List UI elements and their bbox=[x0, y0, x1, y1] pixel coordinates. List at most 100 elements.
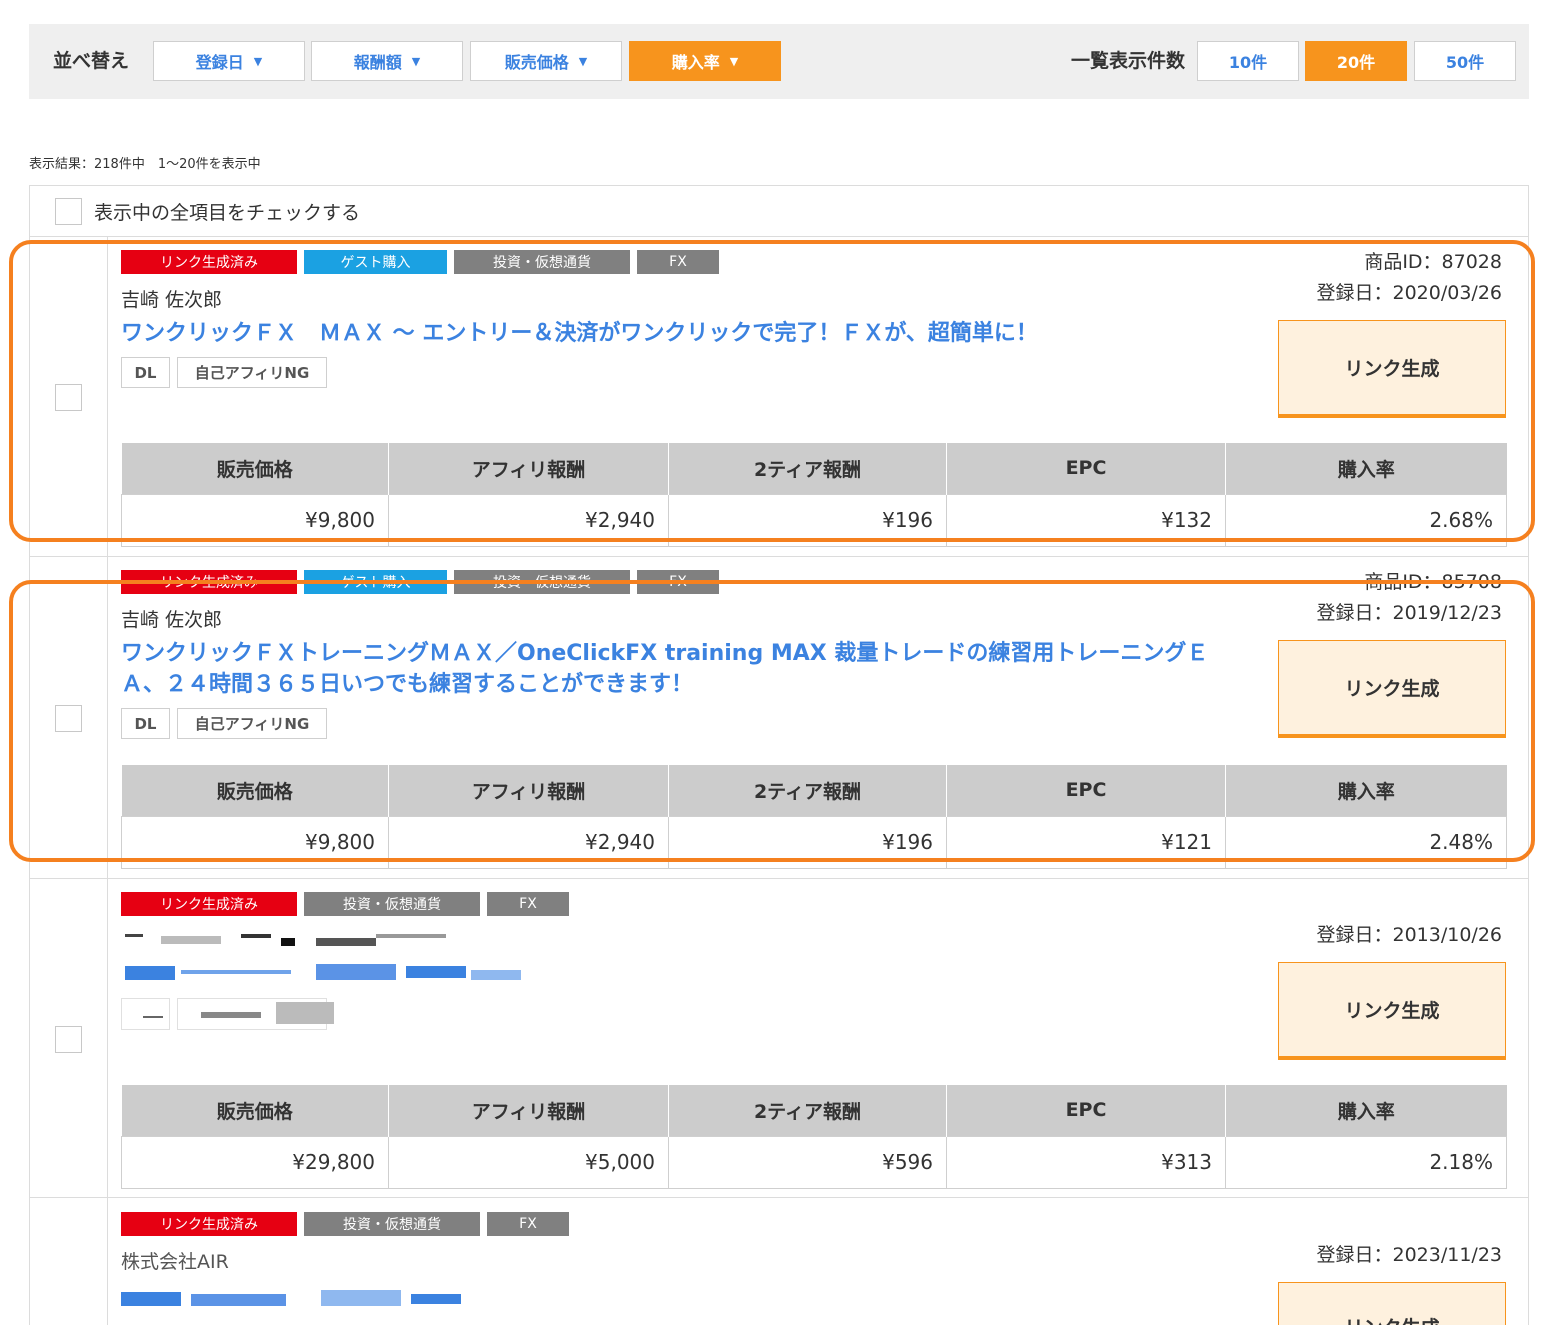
tag-category: 投資・仮想通貨 bbox=[454, 250, 630, 274]
stat-header-price: 販売価格 bbox=[121, 443, 389, 494]
tag-list: リンク生成済み ゲスト購入 投資・仮想通貨 FX bbox=[121, 570, 726, 594]
seller-name: 吉崎 佐次郎 bbox=[121, 609, 223, 631]
redacted-title bbox=[121, 1290, 491, 1310]
chevron-down-icon: ▼ bbox=[253, 54, 263, 68]
stat-epc: ¥313 bbox=[946, 1135, 1226, 1189]
stat-affiliate-reward: ¥2,940 bbox=[388, 815, 669, 869]
stats-table: 販売価格 アフィリ報酬 2ティア報酬 EPC 購入率 ¥9,800 ¥2,940… bbox=[121, 765, 1507, 869]
stat-price: ¥9,800 bbox=[121, 815, 389, 869]
sort-by-date-button[interactable]: 登録日 ▼ bbox=[153, 41, 305, 81]
tag-link-generated: リンク生成済み bbox=[121, 1212, 297, 1236]
tag-guest-purchase: ゲスト購入 bbox=[304, 570, 447, 594]
generate-link-button[interactable]: リンク生成 bbox=[1278, 640, 1506, 738]
generate-link-button[interactable]: リンク生成 bbox=[1278, 1282, 1506, 1325]
stat-header-2tier-reward: 2ティア報酬 bbox=[668, 1085, 947, 1136]
stat-header-affiliate-reward: アフィリ報酬 bbox=[388, 765, 669, 816]
per-page-10-button[interactable]: 10件 bbox=[1197, 41, 1299, 81]
stat-affiliate-reward: ¥5,000 bbox=[388, 1135, 669, 1189]
product-title-link[interactable]: ワンクリックＦＸトレーニングＭＡＸ／OneClickFX training MA… bbox=[121, 638, 1221, 700]
check-all-label: 表示中の全項目をチェックする bbox=[94, 202, 361, 224]
seller-name: 株式会社AIR bbox=[121, 1251, 229, 1273]
product-title-link[interactable]: ワンクリックＦＸ ＭＡＸ ～ エントリー＆決済がワンクリックで完了！ＦＸが、超簡… bbox=[121, 318, 1221, 349]
chevron-down-icon: ▼ bbox=[578, 54, 588, 68]
stat-header-purchase-rate: 購入率 bbox=[1225, 1085, 1507, 1136]
stat-header-epc: EPC bbox=[946, 1085, 1226, 1136]
redacted-badges bbox=[121, 998, 336, 1030]
stat-price: ¥9,800 bbox=[121, 493, 389, 547]
check-all-checkbox[interactable] bbox=[55, 198, 82, 225]
stat-2tier-reward: ¥596 bbox=[668, 1135, 947, 1189]
stat-header-affiliate-reward: アフィリ報酬 bbox=[388, 443, 669, 494]
sort-by-purchase-rate-button[interactable]: 購入率 ▼ bbox=[629, 41, 781, 81]
per-page-20-button[interactable]: 20件 bbox=[1305, 41, 1407, 81]
tag-link-generated: リンク生成済み bbox=[121, 250, 297, 274]
generate-link-button[interactable]: リンク生成 bbox=[1278, 320, 1506, 418]
row-checkbox[interactable] bbox=[55, 705, 82, 732]
checkbox-column-divider bbox=[107, 237, 108, 1325]
sort-by-reward-button[interactable]: 報酬額 ▼ bbox=[311, 41, 463, 81]
stat-header-purchase-rate: 購入率 bbox=[1225, 443, 1507, 494]
stat-header-epc: EPC bbox=[946, 765, 1226, 816]
tag-category: 投資・仮想通貨 bbox=[304, 1212, 480, 1236]
result-count-text: 表示結果：218件中 1～20件を表示中 bbox=[29, 157, 261, 172]
stat-epc: ¥121 bbox=[946, 815, 1226, 869]
stats-table: 販売価格 アフィリ報酬 2ティア報酬 EPC 購入率 ¥29,800 ¥5,00… bbox=[121, 1085, 1507, 1189]
stat-header-price: 販売価格 bbox=[121, 1085, 389, 1136]
stat-epc: ¥132 bbox=[946, 493, 1226, 547]
generate-link-button[interactable]: リンク生成 bbox=[1278, 962, 1506, 1060]
stat-header-purchase-rate: 購入率 bbox=[1225, 765, 1507, 816]
product-item: リンク生成済み 投資・仮想通貨 FX 登録日：2023/11/23 株式会社AI… bbox=[121, 1212, 1506, 1325]
redacted-title bbox=[121, 964, 526, 986]
stats-table: 販売価格 アフィリ報酬 2ティア報酬 EPC 購入率 ¥9,800 ¥2,940… bbox=[121, 443, 1507, 547]
stat-price: ¥29,800 bbox=[121, 1135, 389, 1189]
tag-guest-purchase: ゲスト購入 bbox=[304, 250, 447, 274]
tag-subcategory: FX bbox=[637, 570, 719, 594]
product-id: 商品ID：87028 bbox=[1364, 251, 1502, 273]
row-divider bbox=[29, 878, 1529, 879]
badge-self-affiliate-ng: 自己アフィリNG bbox=[177, 357, 327, 388]
per-page-50-button[interactable]: 50件 bbox=[1414, 41, 1516, 81]
stat-purchase-rate: 2.48% bbox=[1225, 815, 1507, 869]
sort-toolbar: 並べ替え 登録日 ▼ 報酬額 ▼ 販売価格 ▼ 購入率 ▼ 一覧表示件数 10件 20件… bbox=[29, 24, 1529, 99]
per-page-label: 一覧表示件数 bbox=[1071, 50, 1186, 72]
registered-date: 登録日：2013/10/26 bbox=[1316, 924, 1502, 946]
sort-by-price-button[interactable]: 販売価格 ▼ bbox=[470, 41, 622, 81]
registered-date: 登録日：2023/11/23 bbox=[1316, 1244, 1502, 1266]
row-divider bbox=[29, 1197, 1529, 1198]
product-id: 商品ID：85708 bbox=[1364, 571, 1502, 593]
stat-affiliate-reward: ¥2,940 bbox=[388, 493, 669, 547]
badge-list: DL 自己アフィリNG bbox=[121, 357, 334, 388]
stat-header-price: 販売価格 bbox=[121, 765, 389, 816]
row-checkbox[interactable] bbox=[55, 384, 82, 411]
chevron-down-icon: ▼ bbox=[411, 54, 421, 68]
stat-2tier-reward: ¥196 bbox=[668, 493, 947, 547]
registered-date: 登録日：2019/12/23 bbox=[1316, 602, 1502, 624]
stat-2tier-reward: ¥196 bbox=[668, 815, 947, 869]
product-item: リンク生成済み ゲスト購入 投資・仮想通貨 FX 商品ID：85708 登録日：… bbox=[121, 570, 1507, 870]
redacted-seller bbox=[121, 932, 451, 946]
tag-subcategory: FX bbox=[487, 892, 569, 916]
tag-link-generated: リンク生成済み bbox=[121, 892, 297, 916]
stat-purchase-rate: 2.18% bbox=[1225, 1135, 1507, 1189]
tag-list: リンク生成済み 投資・仮想通貨 FX bbox=[121, 1212, 576, 1236]
badge-self-affiliate-ng: 自己アフィリNG bbox=[177, 708, 327, 739]
stat-header-epc: EPC bbox=[946, 443, 1226, 494]
product-item: リンク生成済み ゲスト購入 投資・仮想通貨 FX 商品ID：87028 登録日：… bbox=[121, 250, 1507, 547]
sort-label: 並べ替え bbox=[53, 50, 130, 72]
stat-header-2tier-reward: 2ティア報酬 bbox=[668, 443, 947, 494]
product-item: リンク生成済み 投資・仮想通貨 FX 登録日：2013/10/26 リンク生成 … bbox=[121, 892, 1507, 1192]
stat-purchase-rate: 2.68% bbox=[1225, 493, 1507, 547]
row-divider bbox=[29, 556, 1529, 557]
badge-dl: DL bbox=[121, 357, 170, 388]
row-checkbox[interactable] bbox=[55, 1026, 82, 1053]
seller-name: 吉崎 佐次郎 bbox=[121, 289, 223, 311]
tag-link-generated: リンク生成済み bbox=[121, 570, 297, 594]
tag-category: 投資・仮想通貨 bbox=[304, 892, 480, 916]
tag-subcategory: FX bbox=[487, 1212, 569, 1236]
badge-list: DL 自己アフィリNG bbox=[121, 708, 334, 739]
chevron-down-icon: ▼ bbox=[729, 54, 739, 68]
registered-date: 登録日：2020/03/26 bbox=[1316, 282, 1502, 304]
tag-list: リンク生成済み ゲスト購入 投資・仮想通貨 FX bbox=[121, 250, 726, 274]
badge-dl: DL bbox=[121, 708, 170, 739]
tag-subcategory: FX bbox=[637, 250, 719, 274]
